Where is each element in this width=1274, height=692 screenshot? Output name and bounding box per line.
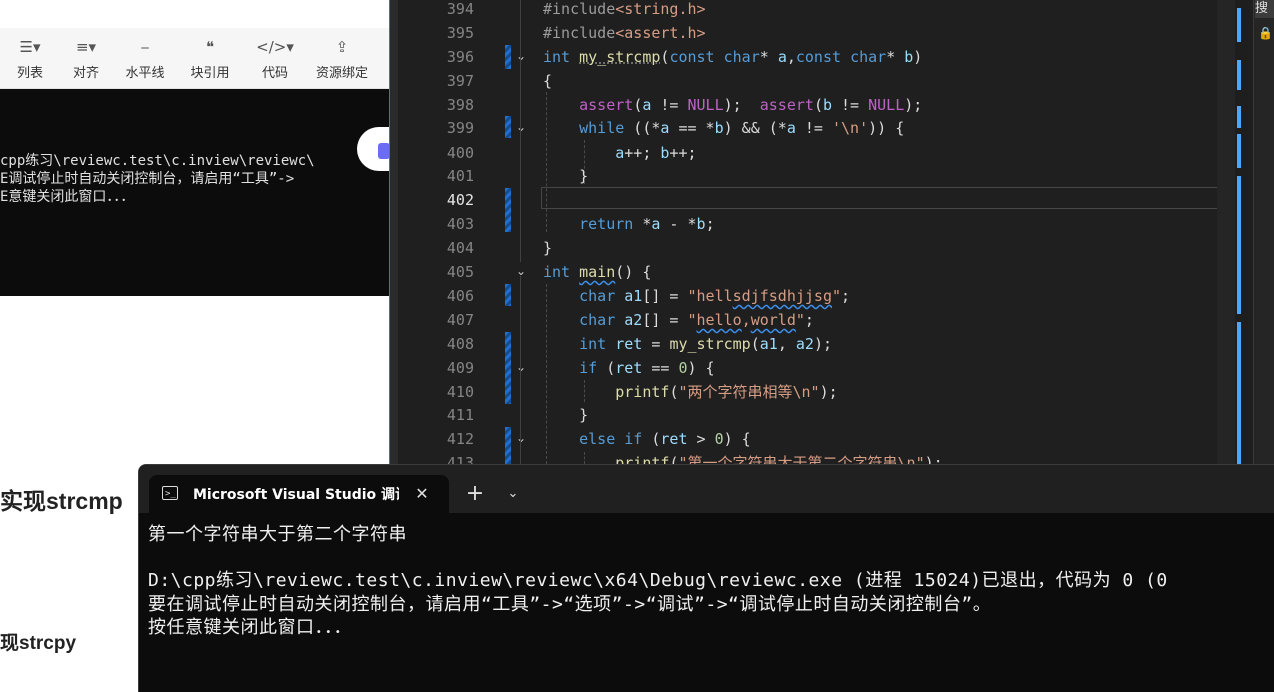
change-marker	[505, 332, 511, 404]
code-label: 代码	[261, 66, 288, 81]
fold-chevron-icon[interactable]: ⌄	[514, 431, 528, 445]
terminal-icon: >_	[162, 486, 178, 500]
resource-bind-button[interactable]: ⇪ 资源绑定	[312, 36, 372, 84]
code-line: if (ret == 0) {	[579, 359, 715, 377]
line-number: 401	[446, 167, 474, 185]
code-line: a++; b++;	[615, 144, 697, 162]
map-change-marker	[1237, 60, 1241, 90]
list-button[interactable]: ☰▾ 列表	[10, 36, 50, 84]
console-line: E调试停止时自动关闭控制台，请启用“工具”->	[0, 171, 295, 187]
align-icon: ≡▾	[75, 38, 97, 56]
editor-titlebar	[0, 0, 389, 29]
console-screenshot: cpp练习\reviewc.test\c.inview\reviewc\ E调试…	[0, 89, 389, 296]
editor-left-margin	[390, 0, 398, 464]
change-marker	[505, 45, 511, 69]
terminal-output-line: D:\cpp练习\reviewc.test\c.inview\reviewc\x…	[148, 570, 1168, 591]
code-line: else if (ret > 0) {	[579, 430, 751, 448]
line-number: 394	[446, 0, 474, 18]
fold-chevron-icon[interactable]: ⌄	[514, 360, 528, 374]
code-line: #include<string.h>	[543, 0, 706, 18]
code-line: char a1[] = "hellsdjfsdhjjsg";	[579, 287, 851, 305]
tab-dropdown-button[interactable]: ⌄	[503, 483, 523, 505]
map-change-marker	[1237, 176, 1241, 314]
fold-guide	[520, 276, 521, 464]
line-number: 403	[446, 215, 474, 233]
resource-bind-label: 资源绑定	[315, 66, 368, 81]
horizontal-line-icon: ⎯	[141, 38, 149, 56]
line-number: 399	[446, 119, 474, 137]
section-heading: 现strcpy	[0, 633, 77, 654]
change-marker	[505, 427, 511, 464]
lock-icon: 🔒	[1258, 26, 1273, 40]
fold-guide	[520, 0, 521, 262]
code-line: printf("两个字符串相等\n");	[615, 383, 838, 401]
console-line: E意键关闭此窗口．．．	[0, 189, 135, 205]
code-line: }	[543, 167, 589, 185]
new-tab-button[interactable]: +	[463, 482, 487, 506]
terminal-output-line: 按任意键关闭此窗口．．．	[148, 617, 352, 638]
horizontal-line-button[interactable]: ⎯ 水平线	[122, 36, 168, 84]
line-number: 397	[446, 72, 474, 90]
line-number: 405	[446, 263, 474, 281]
terminal-output-line: 第一个字符串大于第二个字符串	[148, 524, 407, 545]
quote-icon: ❝	[205, 38, 215, 56]
list-label: 列表	[16, 66, 43, 81]
code-line: #include<assert.h>	[543, 24, 706, 42]
line-number: 409	[446, 359, 474, 377]
line-number: 395	[446, 24, 474, 42]
terminal-tab-title: Microsoft Visual Studio 调试控制台	[193, 487, 399, 503]
vertical-scrollbar[interactable]	[1217, 0, 1235, 464]
line-number: 400	[446, 144, 474, 162]
line-number: 407	[446, 311, 474, 329]
fold-chevron-icon[interactable]: ⌄	[514, 264, 528, 278]
code-icon: </>▾	[256, 38, 294, 56]
resource-bind-icon: ⇪	[335, 38, 349, 56]
format-toolbar: ☰▾ 列表 ≡▾ 对齐 ⎯ 水平线 ❝ 块引用 </>▾ 代码 ⇪ 资源绑定	[0, 28, 389, 89]
line-number: 408	[446, 335, 474, 353]
map-change-marker	[1237, 106, 1241, 128]
change-marker	[505, 188, 511, 232]
code-line: return *a - *b;	[579, 215, 715, 233]
section-heading: 实现strcmp	[0, 488, 123, 514]
horizontal-line-label: 水平线	[125, 66, 165, 81]
code-line: int main() {	[543, 263, 652, 281]
line-number: 398	[446, 96, 474, 114]
line-number: 411	[446, 406, 474, 424]
code-line: assert(a != NULL); assert(b != NULL);	[579, 96, 923, 114]
code-line: while ((*a == *b) && (*a != '\n')) {	[579, 119, 905, 137]
fold-chevron-icon[interactable]: ⌄	[514, 49, 528, 63]
map-change-marker	[1237, 134, 1241, 168]
list-icon: ☰▾	[19, 38, 41, 56]
code-line: int ret = my_strcmp(a1, a2);	[579, 335, 832, 353]
code-button[interactable]: </>▾ 代码	[254, 36, 296, 84]
current-line-highlight	[541, 187, 1219, 209]
map-change-marker	[1237, 322, 1241, 464]
map-change-marker	[1237, 8, 1241, 42]
fold-chevron-icon[interactable]: ⌄	[514, 120, 528, 134]
search-box[interactable]: 搜	[1255, 0, 1274, 18]
line-number: 412	[446, 430, 474, 448]
align-button[interactable]: ≡▾ 对齐	[66, 36, 106, 84]
blockquote-label: 块引用	[190, 66, 230, 81]
terminal-output-line: 要在调试停止时自动关闭控制台，请启用“工具”->“选项”->“调试”->“调试停…	[148, 594, 992, 615]
code-line: char a2[] = "hello,world";	[579, 311, 814, 329]
line-number: 396	[446, 48, 474, 66]
change-marker	[505, 284, 511, 306]
line-number-current: 402	[446, 191, 474, 209]
line-number: 406	[446, 287, 474, 305]
code-line: }	[543, 406, 589, 424]
code-line: {	[543, 72, 553, 90]
line-number: 410	[446, 383, 474, 401]
code-line: }	[543, 239, 553, 257]
code-line: int my_strcmp(const char* a,const char* …	[543, 48, 923, 66]
console-line: cpp练习\reviewc.test\c.inview\reviewc\	[0, 153, 315, 169]
blockquote-button[interactable]: ❝ 块引用	[186, 36, 234, 84]
align-label: 对齐	[72, 66, 99, 81]
solution-explorer-pane[interactable]	[1253, 0, 1274, 464]
close-tab-button[interactable]: ✕	[412, 483, 432, 505]
change-marker	[505, 116, 511, 138]
line-number: 404	[446, 239, 474, 257]
